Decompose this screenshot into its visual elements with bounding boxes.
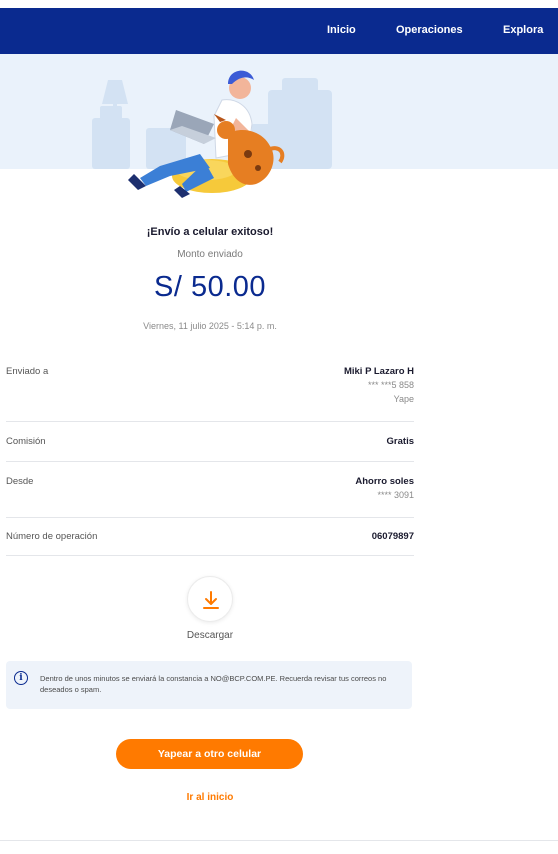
- fee-label: Comisión: [6, 436, 46, 447]
- sent-to-label: Enviado a: [6, 366, 49, 377]
- detail-row-fee: Comisión Gratis: [6, 422, 414, 462]
- fee-value: Gratis: [386, 436, 414, 447]
- email-notice: i Dentro de unos minutos se enviará la c…: [6, 661, 412, 709]
- detail-row-operation: Número de operación 06079897: [6, 518, 414, 556]
- yapear-otro-celular-button[interactable]: Yapear a otro celular: [116, 739, 303, 769]
- detail-row-sent-to: Enviado a Miki P Lazaro H *** ***5 858 Y…: [6, 360, 414, 422]
- info-icon: i: [14, 671, 28, 685]
- top-nav-bar: Inicio Operaciones Explora: [0, 8, 558, 54]
- from-label: Desde: [6, 476, 34, 487]
- download-icon: [203, 591, 219, 609]
- success-illustration: [92, 70, 332, 198]
- operation-number: 06079897: [371, 531, 414, 542]
- email-notice-text: Dentro de unos minutos se enviará la con…: [40, 674, 387, 694]
- recipient-app: Yape: [393, 394, 414, 404]
- detail-row-from: Desde Ahorro soles **** 3091: [6, 462, 414, 518]
- success-title: ¡Envío a celular exitoso!: [146, 226, 274, 238]
- download-button[interactable]: [187, 576, 233, 622]
- go-home-link[interactable]: Ir al inicio: [150, 792, 270, 803]
- footer-divider: [0, 840, 558, 841]
- recipient-name: Miki P Lazaro H: [343, 366, 414, 377]
- from-account-number: **** 3091: [377, 490, 414, 500]
- amount-label: Monto enviado: [177, 249, 243, 260]
- recipient-phone: *** ***5 858: [367, 380, 414, 390]
- nav-item-operaciones[interactable]: Operaciones: [396, 24, 463, 36]
- amount-value: S/ 50.00: [153, 271, 267, 303]
- transaction-datetime: Viernes, 11 julio 2025 - 5:14 p. m.: [143, 321, 277, 331]
- nav-item-explora[interactable]: Explora: [503, 24, 543, 36]
- from-account: Ahorro soles: [355, 476, 414, 487]
- nav-item-inicio[interactable]: Inicio: [327, 24, 356, 36]
- operation-label: Número de operación: [6, 531, 98, 542]
- download-label[interactable]: Descargar: [150, 630, 270, 641]
